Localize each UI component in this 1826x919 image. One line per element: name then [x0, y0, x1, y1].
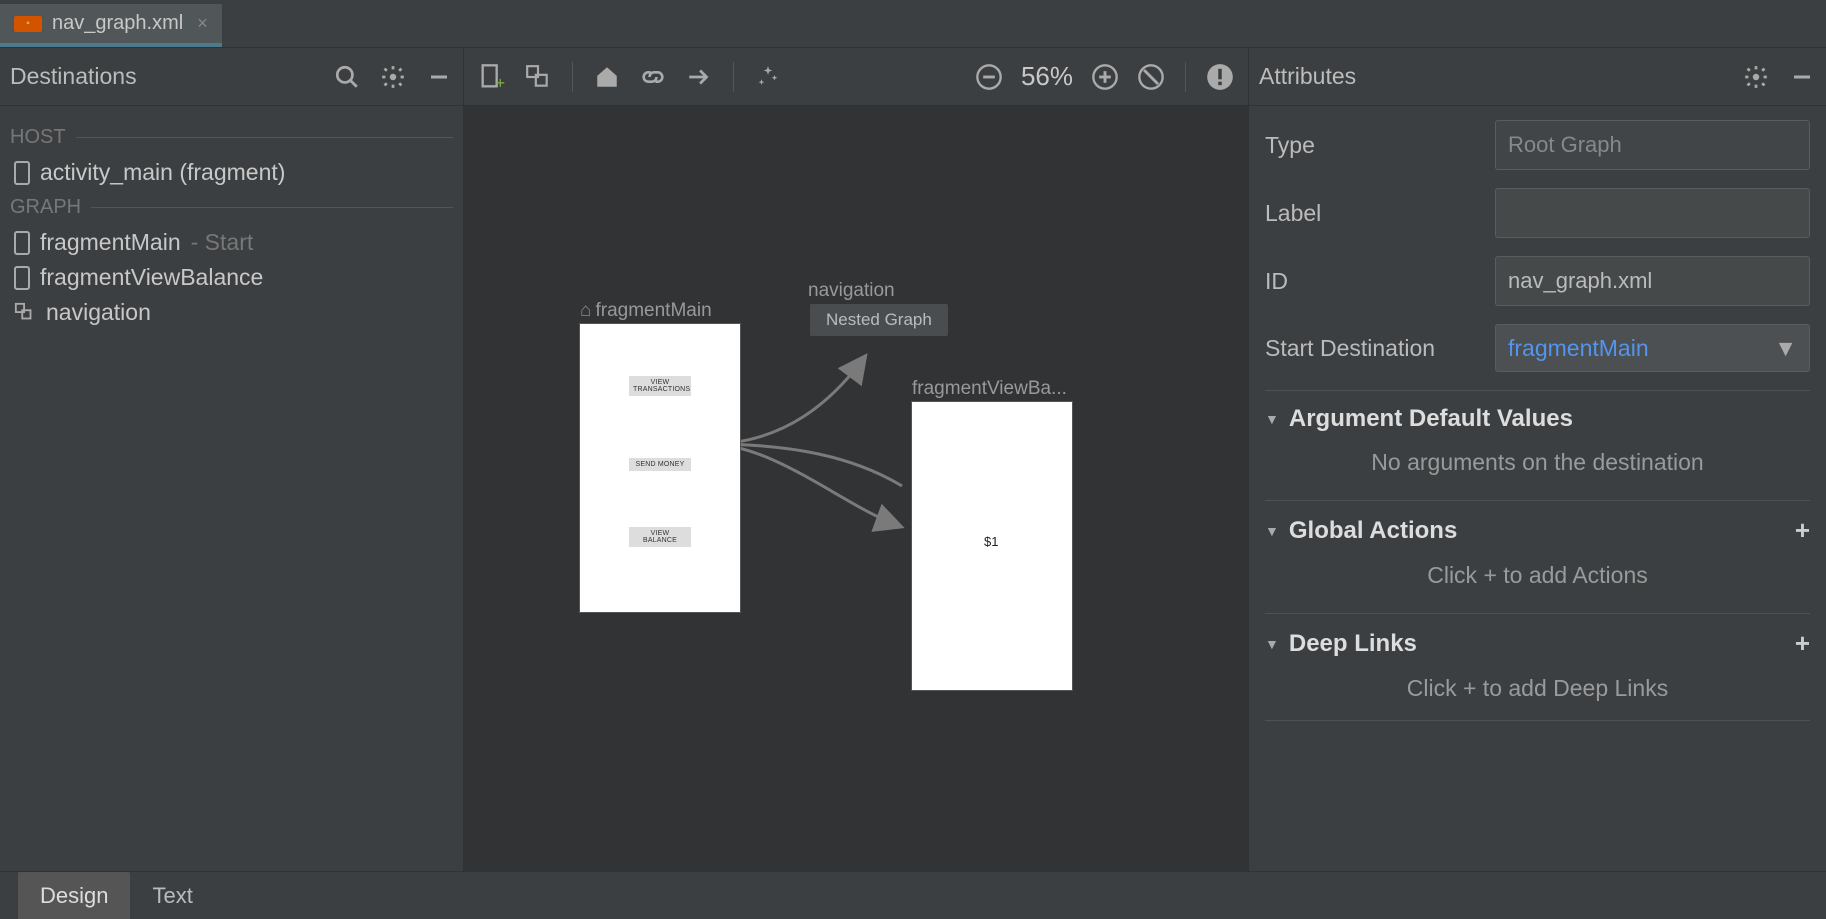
destinations-title: Destinations: [10, 63, 137, 90]
minimize-icon[interactable]: [1788, 63, 1816, 91]
close-icon[interactable]: ×: [197, 13, 208, 34]
magic-wand-icon[interactable]: [754, 63, 782, 91]
minimize-icon[interactable]: [425, 63, 453, 91]
zoom-level: 56%: [1021, 61, 1073, 92]
attributes-panel: Attributes Type Label ID: [1249, 48, 1826, 871]
deep-links-header[interactable]: ▼ Deep Links +: [1265, 613, 1810, 667]
tab-design[interactable]: Design: [18, 872, 130, 919]
graph-item-label: navigation: [46, 299, 151, 326]
screen-btn: VIEW TRANSACTIONS: [629, 376, 691, 396]
fragment-view-balance-screen[interactable]: $1: [912, 402, 1072, 690]
argument-defaults-text: No arguments on the destination: [1265, 441, 1810, 494]
disclosure-triangle-icon: ▼: [1265, 523, 1279, 539]
host-item-label: activity_main (fragment): [40, 159, 285, 186]
start-destination-value: fragmentMain: [1508, 335, 1649, 362]
phone-icon: [14, 231, 30, 255]
home-icon[interactable]: [593, 63, 621, 91]
label-input[interactable]: [1495, 188, 1810, 238]
fragment-main-screen[interactable]: VIEW TRANSACTIONS SEND MONEY VIEW BALANC…: [580, 324, 740, 612]
global-actions-header[interactable]: ▼ Global Actions +: [1265, 500, 1810, 554]
id-input[interactable]: [1495, 256, 1810, 306]
tab-text[interactable]: Text: [130, 872, 214, 919]
screen-btn: VIEW BALANCE: [629, 527, 691, 547]
gear-icon[interactable]: [1742, 63, 1770, 91]
add-deeplink-icon[interactable]: +: [1795, 628, 1810, 659]
deep-links-text: Click + to add Deep Links: [1265, 667, 1810, 721]
balance-text: $1: [984, 534, 998, 549]
type-label: Type: [1265, 132, 1495, 159]
arrow-right-icon[interactable]: [685, 63, 713, 91]
svg-text:+: +: [496, 74, 506, 90]
start-destination-label: Start Destination: [1265, 335, 1495, 362]
canvas-panel: + 56%: [464, 48, 1249, 871]
nested-graph-badge[interactable]: Nested Graph: [810, 304, 948, 336]
chevron-down-icon: ▼: [1774, 335, 1797, 362]
disclosure-triangle-icon: ▼: [1265, 411, 1279, 427]
label-label: Label: [1265, 200, 1495, 227]
graph-item-label: fragmentMain: [40, 229, 181, 256]
id-label: ID: [1265, 268, 1495, 295]
graph-item-fragment-main[interactable]: fragmentMain - Start: [10, 225, 453, 260]
bottom-tab-bar: Design Text: [0, 871, 1826, 919]
gear-icon[interactable]: [379, 63, 407, 91]
destinations-header: Destinations: [0, 48, 463, 106]
add-destination-icon[interactable]: +: [478, 63, 506, 91]
navigation-label: navigation: [808, 280, 895, 302]
phone-icon: [14, 266, 30, 290]
nested-graph-icon[interactable]: [524, 63, 552, 91]
canvas-toolbar: + 56%: [464, 48, 1248, 106]
screen-btn: SEND MONEY: [629, 458, 691, 471]
nested-graph-icon: [14, 302, 36, 324]
graph-item-suffix: - Start: [191, 229, 254, 256]
zoom-out-icon[interactable]: [975, 63, 1003, 91]
zoom-reset-icon[interactable]: [1137, 63, 1165, 91]
type-input: [1495, 120, 1810, 170]
xml-file-icon: ◦: [14, 16, 42, 32]
host-item[interactable]: activity_main (fragment): [10, 155, 453, 190]
warning-icon[interactable]: [1206, 63, 1234, 91]
graph-section-label: GRAPH: [10, 196, 453, 219]
file-tab-label: nav_graph.xml: [52, 12, 183, 35]
start-destination-select[interactable]: fragmentMain ▼: [1495, 324, 1810, 372]
phone-icon: [14, 161, 30, 185]
file-tab-nav-graph[interactable]: ◦ nav_graph.xml ×: [0, 4, 222, 47]
global-actions-text: Click + to add Actions: [1265, 554, 1810, 607]
add-action-icon[interactable]: +: [1795, 515, 1810, 546]
canvas-surface[interactable]: ⌂fragmentMain VIEW TRANSACTIONS SEND MON…: [464, 106, 1248, 871]
disclosure-triangle-icon: ▼: [1265, 636, 1279, 652]
fragment-view-balance-label: fragmentViewBa...: [912, 378, 1067, 400]
graph-item-label: fragmentViewBalance: [40, 264, 263, 291]
argument-defaults-header[interactable]: ▼ Argument Default Values: [1265, 390, 1810, 441]
fragment-main-label: ⌂fragmentMain: [580, 300, 712, 322]
graph-item-navigation[interactable]: navigation: [10, 295, 453, 330]
editor-tab-bar: ◦ nav_graph.xml ×: [0, 0, 1826, 48]
home-icon: ⌂: [580, 300, 591, 321]
attributes-header: Attributes: [1249, 48, 1826, 106]
attributes-title: Attributes: [1259, 63, 1356, 90]
zoom-in-icon[interactable]: [1091, 63, 1119, 91]
search-icon[interactable]: [333, 63, 361, 91]
graph-item-fragment-view-balance[interactable]: fragmentViewBalance: [10, 260, 453, 295]
link-icon[interactable]: [639, 63, 667, 91]
host-section-label: HOST: [10, 126, 453, 149]
destinations-panel: Destinations HOST activity_main (fragmen…: [0, 48, 464, 871]
